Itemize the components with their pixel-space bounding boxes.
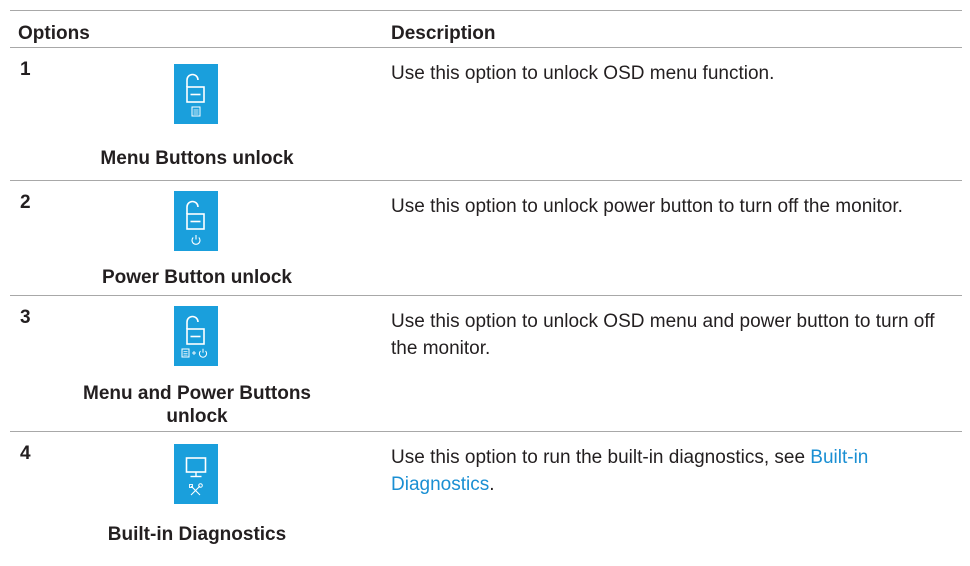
row-number: 4 [20, 443, 31, 464]
table-row: 2 Power Button unlock Use this option to… [10, 181, 962, 295]
row-caption: Menu Buttons unlock [100, 148, 294, 169]
lock-open-power-icon [174, 191, 218, 251]
table-header: Options Description [10, 11, 962, 47]
row-caption: Power Button unlock [102, 267, 292, 288]
description-header: Description [391, 23, 496, 44]
description-period: . [489, 474, 495, 495]
table-row: 1 Menu Buttons unlock Use this option to… [10, 48, 962, 180]
row-caption: Built-in Diagnostics [107, 524, 287, 545]
row-number: 3 [20, 307, 31, 328]
table-row: 3 Menu and Power Buttons unlock Use this… [10, 296, 962, 431]
options-header: Options [18, 23, 90, 44]
description-text: Use this option to run the built-in diag… [391, 447, 811, 468]
monitor-diagnostics-icon [174, 444, 218, 504]
row-description: Use this option to unlock OSD menu funct… [391, 63, 775, 84]
row-description: Use this option to unlock OSD menu and p… [391, 311, 935, 359]
options-table: Options Description 1 Menu Buttons unloc… [10, 10, 962, 552]
table-row: 4 Built-in Diagnostics Use this option t… [10, 432, 962, 552]
row-caption: Menu and Power Buttons unlock [83, 383, 311, 427]
row-description: Use this option to run the built-in diag… [391, 444, 951, 498]
row-number: 1 [20, 59, 31, 80]
row-number: 2 [20, 192, 31, 213]
lock-open-menu-power-icon [174, 306, 218, 366]
row-description: Use this option to unlock power button t… [391, 196, 903, 217]
lock-open-menu-icon [174, 64, 218, 124]
